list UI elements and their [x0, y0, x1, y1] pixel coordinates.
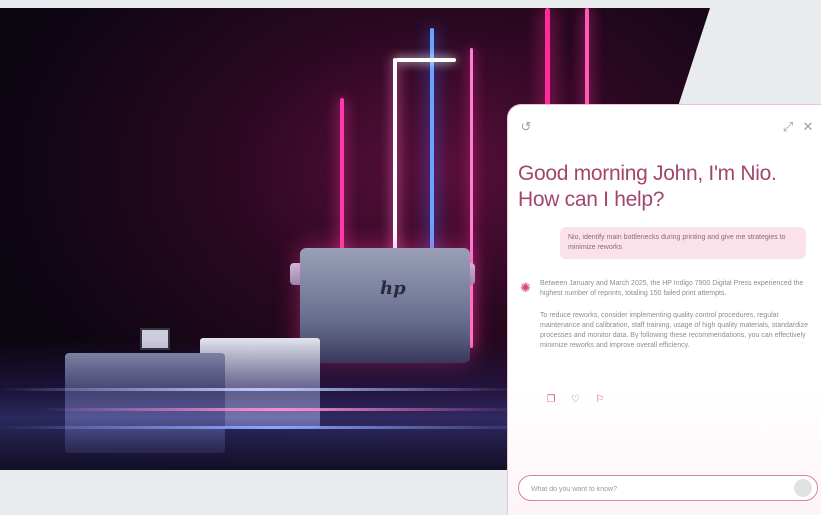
light-streak	[0, 426, 540, 429]
close-icon[interactable]: ✕	[800, 119, 816, 135]
panel-header: ↺ ⤢ ✕	[508, 119, 821, 139]
light-streak	[0, 388, 520, 391]
response-paragraph: To reduce reworks, consider implementing…	[540, 312, 808, 349]
user-message-bubble: Nio, identify main bottlenecks during pr…	[560, 227, 806, 259]
light-streak	[40, 408, 520, 411]
response-actions: ❐ ♡ ⚐	[544, 389, 613, 405]
send-icon[interactable]	[794, 479, 812, 497]
neon-frame	[396, 58, 456, 62]
assistant-panel: ↺ ⤢ ✕ Good morning John, I'm Nio. How ca…	[507, 104, 821, 515]
chat-input-container	[518, 475, 818, 501]
assistant-response: Between January and March 2025, the HP I…	[540, 279, 816, 363]
hp-logo: hp	[380, 278, 406, 299]
thumbs-up-icon[interactable]: ♡	[568, 393, 582, 407]
chat-input[interactable]	[529, 479, 783, 499]
copy-icon[interactable]: ❐	[544, 393, 558, 407]
thumbs-down-icon[interactable]: ⚐	[593, 393, 607, 407]
spark-icon: ✺	[520, 280, 531, 295]
greeting-heading: Good morning John, I'm Nio. How can I he…	[518, 162, 777, 211]
expand-icon[interactable]: ⤢	[780, 119, 796, 135]
response-paragraph: Between January and March 2025, the HP I…	[540, 280, 804, 297]
neon-bar	[470, 48, 473, 348]
history-icon[interactable]: ↺	[518, 119, 534, 135]
